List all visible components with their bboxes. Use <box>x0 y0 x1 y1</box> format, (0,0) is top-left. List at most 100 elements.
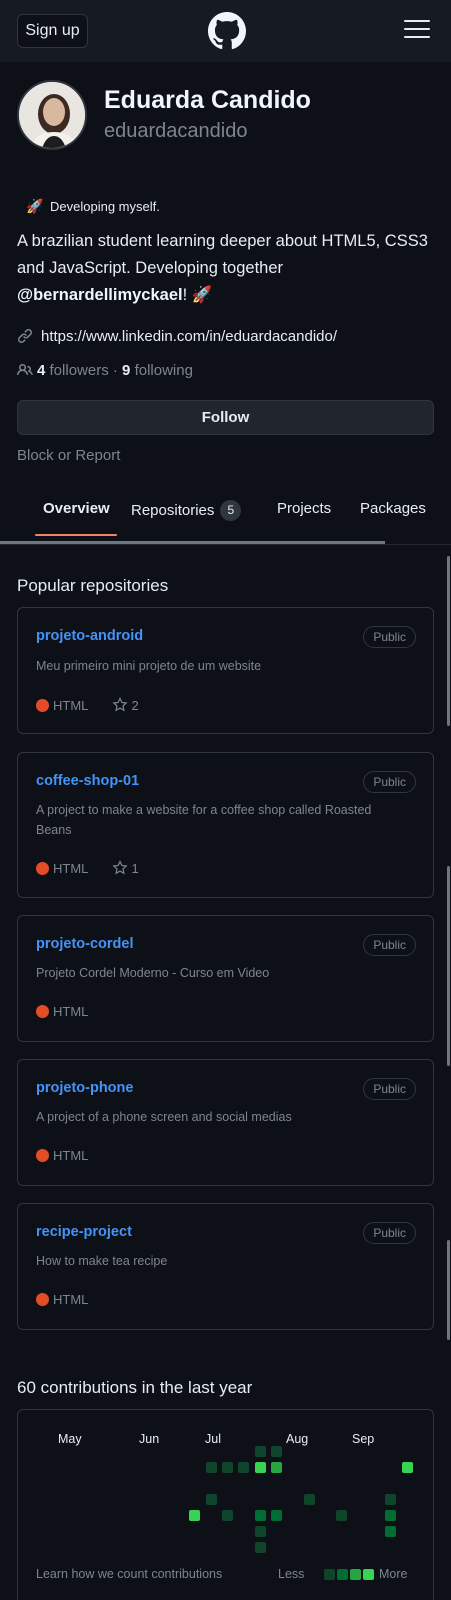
contribution-cell[interactable] <box>336 1510 347 1521</box>
repo-card: recipe-project Public How to make tea re… <box>17 1203 434 1330</box>
language-color-dot <box>36 1005 49 1018</box>
following-link[interactable]: 9 following <box>122 362 193 379</box>
repo-description: A project to make a website for a coffee… <box>36 803 372 837</box>
visibility-badge: Public <box>363 771 416 793</box>
profile-tabs: Overview Repositories 5 Projects Packages <box>0 485 451 545</box>
active-tab-indicator <box>35 534 117 536</box>
contribution-cell[interactable] <box>255 1446 266 1457</box>
legend-cell-level4 <box>363 1569 374 1580</box>
month-label: May <box>58 1432 82 1446</box>
language-color-dot <box>36 1149 49 1162</box>
contribution-cell[interactable] <box>206 1494 217 1505</box>
repo-description: Meu primeiro mini projeto de um website <box>36 659 262 673</box>
legend-cell-level3 <box>350 1569 361 1580</box>
contribution-cell[interactable] <box>402 1462 413 1473</box>
legend-more-label: More <box>379 1567 408 1581</box>
repo-card: projeto-android Public Meu primeiro mini… <box>17 607 434 734</box>
tab-projects[interactable]: Projects <box>277 500 331 517</box>
link-icon <box>17 328 33 344</box>
visibility-badge: Public <box>363 626 416 648</box>
avatar[interactable] <box>17 80 87 150</box>
month-label: Sep <box>352 1432 375 1446</box>
contribution-cell[interactable] <box>255 1542 266 1553</box>
repo-name-link[interactable]: projeto-phone <box>36 1080 133 1096</box>
stargazers-link[interactable]: 2 <box>111 697 139 713</box>
tab-overview[interactable]: Overview <box>43 500 110 517</box>
repo-name-link[interactable]: projeto-cordel <box>36 936 133 952</box>
contribution-cell[interactable] <box>255 1526 266 1537</box>
contribution-cell[interactable] <box>271 1462 282 1473</box>
contribution-cell[interactable] <box>189 1510 200 1521</box>
learn-contributions-link[interactable]: Learn how we count contributions <box>36 1567 222 1581</box>
repo-name-link[interactable]: recipe-project <box>36 1224 132 1240</box>
contribution-cell[interactable] <box>222 1462 233 1473</box>
contribution-cell[interactable] <box>255 1510 266 1521</box>
contribution-cell[interactable] <box>271 1446 282 1457</box>
repo-name-link[interactable]: projeto-android <box>36 628 143 644</box>
page-scrollbar[interactable] <box>447 1240 450 1340</box>
repo-card: projeto-cordel Public Projeto Cordel Mod… <box>17 915 434 1042</box>
followers-link[interactable]: 4 followers <box>37 362 109 379</box>
contribution-cell[interactable] <box>271 1510 282 1521</box>
month-label: Jul <box>205 1432 221 1446</box>
profile-name: Eduarda Candido <box>104 86 311 114</box>
tab-packages[interactable]: Packages <box>360 500 426 517</box>
page-scrollbar[interactable] <box>447 556 450 726</box>
sign-up-button[interactable]: Sign up <box>17 14 88 48</box>
github-mark-icon[interactable] <box>208 12 246 50</box>
profile-login: eduardacandido <box>104 120 248 142</box>
user-status[interactable]: 🚀 Developing myself. <box>26 198 160 215</box>
status-text: Developing myself. <box>50 199 160 214</box>
language-color-dot <box>36 862 49 875</box>
tab-repositories[interactable]: Repositories 5 <box>131 500 242 521</box>
bio-mention-link[interactable]: @bernardellimyckael <box>17 286 183 304</box>
contribution-cell[interactable] <box>222 1510 233 1521</box>
repo-name-link[interactable]: coffee-shop-01 <box>36 773 139 789</box>
repo-card: coffee-shop-01 Public A project to make … <box>17 752 434 898</box>
visibility-badge: Public <box>363 1078 416 1100</box>
follow-button[interactable]: Follow <box>17 400 434 435</box>
stargazers-link[interactable]: 1 <box>111 860 139 876</box>
visibility-badge: Public <box>363 934 416 956</box>
contribution-cell[interactable] <box>238 1462 249 1473</box>
star-icon <box>111 697 128 712</box>
contribution-cell[interactable] <box>206 1462 217 1473</box>
legend-cell-level2 <box>337 1569 348 1580</box>
legend-cell-level1 <box>324 1569 335 1580</box>
language-color-dot <box>36 699 49 712</box>
page-scrollbar[interactable] <box>447 866 450 1066</box>
repo-meta: HTML <box>36 1004 88 1019</box>
separator: · <box>112 362 118 379</box>
repo-meta: HTML <box>36 1148 88 1163</box>
rocket-icon: 🚀 <box>26 198 44 214</box>
repo-card: projeto-phone Public A project of a phon… <box>17 1059 434 1186</box>
popular-repos-title: Popular repositories <box>17 576 169 595</box>
repo-language: HTML <box>53 1148 89 1163</box>
people-icon <box>17 363 33 376</box>
website-row: https://www.linkedin.com/in/eduardacandi… <box>17 328 337 345</box>
repo-meta: HTML 1 <box>36 860 139 876</box>
contribution-cell[interactable] <box>385 1510 396 1521</box>
contribution-cell[interactable] <box>385 1526 396 1537</box>
repositories-counter: 5 <box>220 500 242 521</box>
contribution-cell[interactable] <box>385 1494 396 1505</box>
bio-end: ! 🚀 <box>182 286 213 304</box>
contribution-graph: May Jun Jul Aug Sep Learn how we count c… <box>17 1409 434 1600</box>
repo-description: Projeto Cordel Moderno - Curso em Video <box>36 966 270 980</box>
profile-bio: A brazilian student learning deeper abou… <box>17 228 437 309</box>
repo-language: HTML <box>53 1292 89 1307</box>
month-label: Aug <box>286 1432 309 1446</box>
contribution-cell[interactable] <box>304 1494 315 1505</box>
repo-meta: HTML 2 <box>36 697 139 713</box>
repo-description: A project of a phone screen and social m… <box>36 1110 292 1124</box>
website-link[interactable]: https://www.linkedin.com/in/eduardacandi… <box>41 328 337 345</box>
repo-language: HTML <box>53 1004 89 1019</box>
block-or-report-link[interactable]: Block or Report <box>17 447 120 464</box>
contribution-cell[interactable] <box>255 1462 266 1473</box>
repo-meta: HTML <box>36 1292 88 1307</box>
visibility-badge: Public <box>363 1222 416 1244</box>
contributions-title: 60 contributions in the last year <box>17 1378 253 1397</box>
tabs-scrollbar[interactable] <box>0 541 385 544</box>
month-label: Jun <box>139 1432 160 1446</box>
hamburger-menu-icon[interactable] <box>404 20 430 42</box>
